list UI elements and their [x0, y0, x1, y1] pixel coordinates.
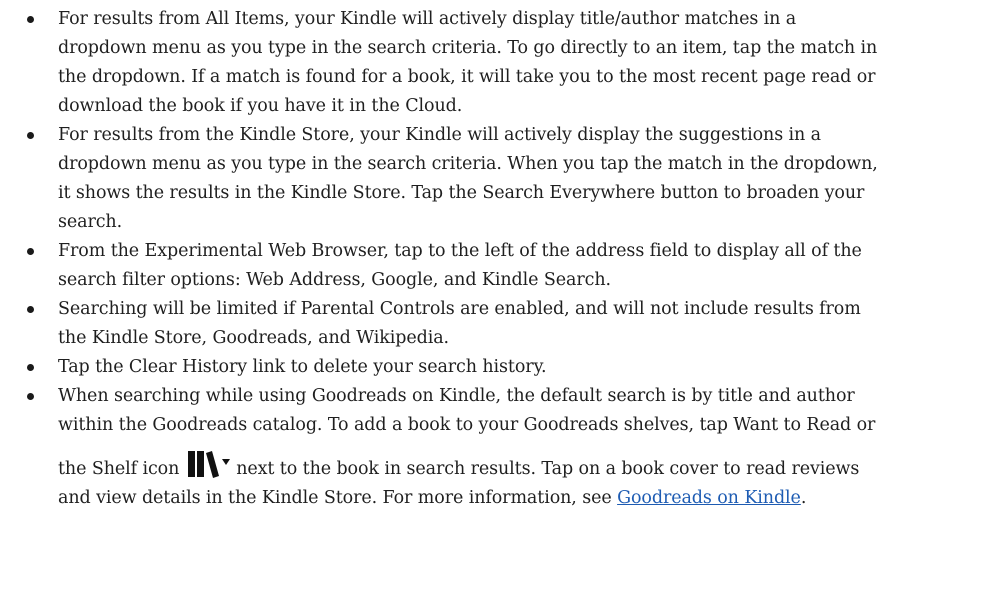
text-line: When searching while using Goodreads on … — [58, 386, 855, 406]
text-line: For results from the Kindle Store, your … — [58, 125, 822, 145]
list-item: For results from All Items, your Kindle … — [0, 5, 1006, 121]
text-line: For results from All Items, your Kindle … — [58, 9, 797, 29]
text-line: Searching will be limited if Parental Co… — [58, 299, 861, 319]
list-item: When searching while using Goodreads on … — [0, 382, 1006, 513]
text-line: within the Goodreads catalog. To add a b… — [58, 415, 876, 435]
bullet-icon — [27, 16, 34, 23]
list-item: For results from the Kindle Store, your … — [0, 121, 1006, 237]
last-line-after: . — [800, 488, 807, 508]
shelf-text-line: the Shelf icon next to the book in searc… — [58, 448, 986, 484]
search-tips-list: For results from All Items, your Kindle … — [0, 0, 1006, 513]
shelf-line-after: next to the book in search results. Tap … — [230, 459, 860, 479]
text-line: download the book if you have it in the … — [58, 96, 463, 116]
bullet-icon — [27, 132, 34, 139]
last-line-before: and view details in the Kindle Store. Fo… — [58, 488, 618, 508]
text-line: dropdown menu as you type in the search … — [58, 38, 878, 58]
text-line: dropdown menu as you type in the search … — [58, 154, 878, 174]
shelf-icon — [187, 448, 231, 478]
bullet-icon — [27, 393, 34, 400]
text-line: and view details in the Kindle Store. Fo… — [58, 484, 986, 513]
goodreads-on-kindle-link[interactable]: Goodreads on Kindle — [617, 488, 801, 508]
text-line: search filter options: Web Address, Goog… — [58, 270, 611, 290]
text-line: the Kindle Store, Goodreads, and Wikiped… — [58, 328, 450, 348]
text-line: it shows the results in the Kindle Store… — [58, 183, 865, 203]
bullet-icon — [27, 248, 34, 255]
text-line: Tap the Clear History link to delete you… — [58, 357, 547, 377]
text-line: search. — [58, 212, 123, 232]
bullet-icon — [27, 306, 34, 313]
help-document: For results from All Items, your Kindle … — [0, 0, 1006, 598]
list-item: From the Experimental Web Browser, tap t… — [0, 237, 1006, 295]
list-item: Tap the Clear History link to delete you… — [0, 353, 1006, 382]
list-item: Searching will be limited if Parental Co… — [0, 295, 1006, 353]
bullet-icon — [27, 364, 34, 371]
shelf-line-before: the Shelf icon — [58, 459, 185, 479]
text-line: From the Experimental Web Browser, tap t… — [58, 241, 862, 261]
text-line: the dropdown. If a match is found for a … — [58, 67, 876, 87]
